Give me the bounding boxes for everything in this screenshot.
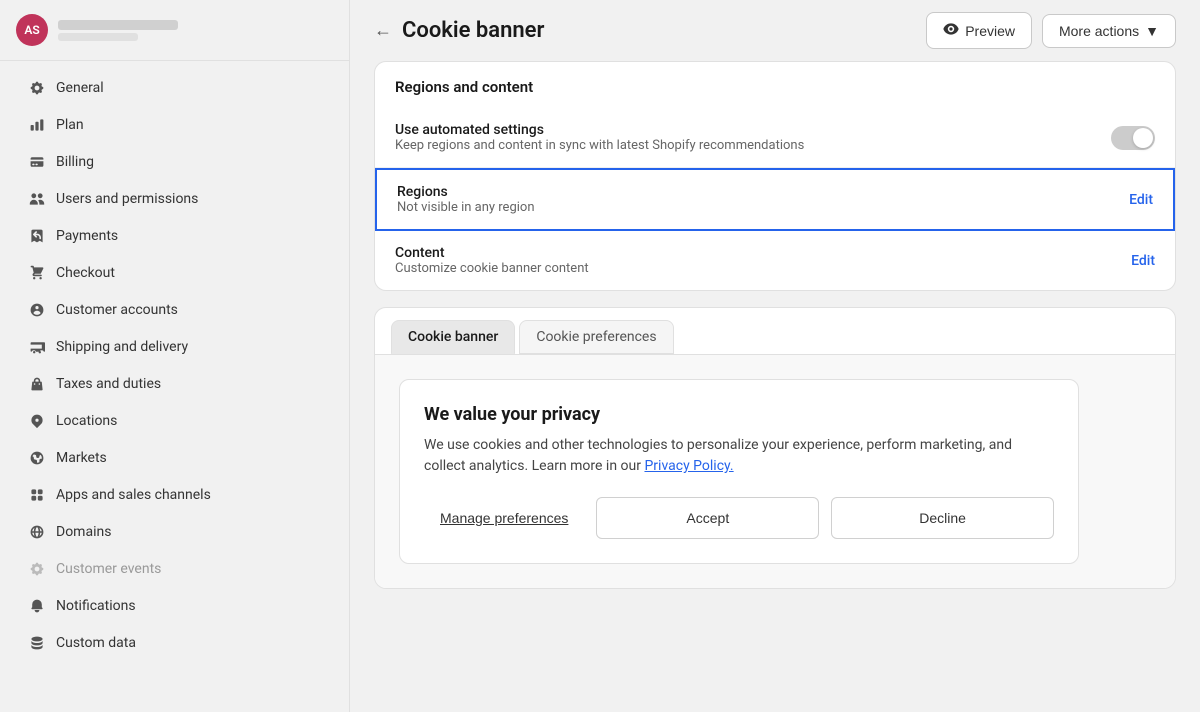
- store-info: [58, 20, 333, 41]
- preview-label: Preview: [965, 23, 1015, 39]
- sidebar-item-domains[interactable]: Domains: [8, 514, 341, 550]
- payments-icon: [28, 227, 46, 245]
- cookie-banner-title: We value your privacy: [424, 404, 1054, 425]
- sidebar-item-custom-data[interactable]: Custom data: [8, 625, 341, 661]
- main-content: ← Cookie banner Preview More actions ▼ R…: [350, 0, 1200, 712]
- cookie-preview-area: We value your privacy We use cookies and…: [375, 355, 1175, 588]
- regions-subtitle: Not visible in any region: [397, 200, 535, 215]
- store-sub: [58, 33, 138, 41]
- page-title: Cookie banner: [402, 18, 544, 43]
- privacy-policy-link[interactable]: Privacy Policy.: [644, 458, 733, 474]
- content-row: Content Customize cookie banner content …: [375, 231, 1175, 290]
- sidebar-item-checkout[interactable]: Checkout: [8, 255, 341, 291]
- billing-icon: [28, 153, 46, 171]
- content-row-text: Content Customize cookie banner content: [395, 245, 589, 276]
- markets-icon: [28, 449, 46, 467]
- topbar: ← Cookie banner Preview More actions ▼: [350, 0, 1200, 61]
- automated-settings-toggle[interactable]: [1111, 126, 1155, 150]
- sidebar-item-markets[interactable]: Markets: [8, 440, 341, 476]
- cookie-banner-text: We use cookies and other technologies to…: [424, 435, 1054, 477]
- sidebar-item-taxes[interactable]: Taxes and duties: [8, 366, 341, 402]
- locations-icon: [28, 412, 46, 430]
- sidebar-item-markets-label: Markets: [56, 450, 107, 466]
- content-edit-link[interactable]: Edit: [1131, 253, 1155, 269]
- sidebar-item-shipping[interactable]: Shipping and delivery: [8, 329, 341, 365]
- tab-cookie-preferences[interactable]: Cookie preferences: [519, 320, 673, 354]
- sidebar-item-payments[interactable]: Payments: [8, 218, 341, 254]
- regions-content-card: Regions and content Use automated settin…: [374, 61, 1176, 291]
- notifications-icon: [28, 597, 46, 615]
- cookie-banner-actions: Manage preferences Accept Decline: [424, 497, 1054, 539]
- users-icon: [28, 190, 46, 208]
- custom-data-icon: [28, 634, 46, 652]
- sidebar-item-users-label: Users and permissions: [56, 191, 198, 207]
- customer-events-icon: [28, 560, 46, 578]
- regions-edit-link[interactable]: Edit: [1129, 192, 1153, 208]
- more-actions-label: More actions: [1059, 23, 1139, 39]
- sidebar-item-locations[interactable]: Locations: [8, 403, 341, 439]
- sidebar-item-customer-accounts[interactable]: Customer accounts: [8, 292, 341, 328]
- decline-button[interactable]: Decline: [831, 497, 1054, 539]
- domains-icon: [28, 523, 46, 541]
- sidebar-item-taxes-label: Taxes and duties: [56, 376, 161, 392]
- sidebar-item-domains-label: Domains: [56, 524, 111, 540]
- sidebar-item-notifications[interactable]: Notifications: [8, 588, 341, 624]
- sidebar-item-customer-accounts-label: Customer accounts: [56, 302, 178, 318]
- sidebar-item-general-label: General: [56, 80, 104, 96]
- topbar-left: ← Cookie banner: [374, 18, 544, 43]
- topbar-right: Preview More actions ▼: [926, 12, 1176, 49]
- sidebar-item-locations-label: Locations: [56, 413, 117, 429]
- plan-icon: [28, 116, 46, 134]
- avatar: AS: [16, 14, 48, 46]
- manage-preferences-button[interactable]: Manage preferences: [424, 500, 584, 536]
- cookie-banner-box: We value your privacy We use cookies and…: [399, 379, 1079, 564]
- sidebar-item-billing-label: Billing: [56, 154, 94, 170]
- sidebar-item-customer-events: Customer events: [8, 551, 341, 587]
- checkout-icon: [28, 264, 46, 282]
- sidebar-item-billing[interactable]: Billing: [8, 144, 341, 180]
- tab-bar: Cookie banner Cookie preferences: [375, 308, 1175, 355]
- sidebar-item-checkout-label: Checkout: [56, 265, 115, 281]
- sidebar-item-users[interactable]: Users and permissions: [8, 181, 341, 217]
- sidebar-item-notifications-label: Notifications: [56, 598, 136, 614]
- cookie-preview-card: Cookie banner Cookie preferences We valu…: [374, 307, 1176, 589]
- content-row-subtitle: Customize cookie banner content: [395, 261, 589, 276]
- sidebar-item-plan-label: Plan: [56, 117, 84, 133]
- general-icon: [28, 79, 46, 97]
- tab-cookie-banner[interactable]: Cookie banner: [391, 320, 515, 354]
- automated-settings-row: Use automated settings Keep regions and …: [375, 108, 1175, 168]
- sidebar-item-apps[interactable]: Apps and sales channels: [8, 477, 341, 513]
- sidebar-item-payments-label: Payments: [56, 228, 118, 244]
- more-actions-button[interactable]: More actions ▼: [1042, 14, 1176, 48]
- regions-content-title: Regions and content: [375, 62, 1175, 108]
- page-content: Regions and content Use automated settin…: [350, 61, 1200, 613]
- accept-button[interactable]: Accept: [596, 497, 819, 539]
- sidebar-item-customer-events-label: Customer events: [56, 561, 161, 577]
- regions-row: Regions Not visible in any region Edit: [375, 168, 1175, 231]
- back-button[interactable]: ←: [374, 20, 392, 41]
- sidebar-item-shipping-label: Shipping and delivery: [56, 339, 188, 355]
- sidebar-navigation: General Plan Billing Users and permissio…: [0, 61, 349, 670]
- automated-settings-title: Use automated settings: [395, 122, 804, 138]
- automated-settings-text: Use automated settings Keep regions and …: [395, 122, 804, 153]
- sidebar-item-custom-data-label: Custom data: [56, 635, 136, 651]
- content-row-title: Content: [395, 245, 589, 261]
- preview-button[interactable]: Preview: [926, 12, 1032, 49]
- customer-accounts-icon: [28, 301, 46, 319]
- sidebar-item-plan[interactable]: Plan: [8, 107, 341, 143]
- sidebar-header: AS: [0, 0, 349, 61]
- automated-settings-subtitle: Keep regions and content in sync with la…: [395, 138, 804, 153]
- apps-icon: [28, 486, 46, 504]
- sidebar-item-apps-label: Apps and sales channels: [56, 487, 211, 503]
- shipping-icon: [28, 338, 46, 356]
- regions-row-text: Regions Not visible in any region: [397, 184, 535, 215]
- store-name: [58, 20, 178, 30]
- sidebar-item-general[interactable]: General: [8, 70, 341, 106]
- preview-icon: [943, 21, 959, 40]
- regions-title: Regions: [397, 184, 535, 200]
- taxes-icon: [28, 375, 46, 393]
- sidebar: AS General Plan Billing: [0, 0, 350, 712]
- chevron-down-icon: ▼: [1145, 23, 1159, 39]
